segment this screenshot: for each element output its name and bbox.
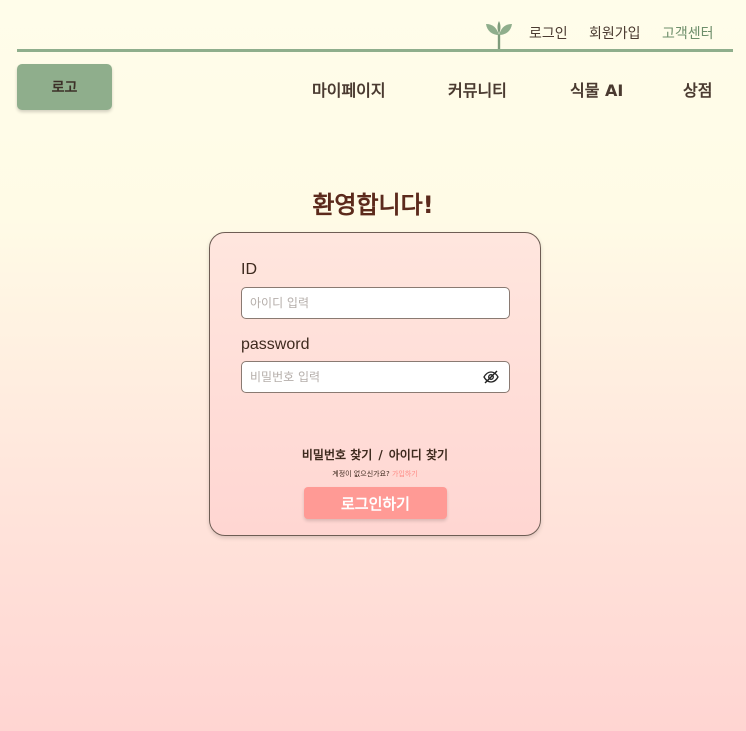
login-card: ID password 비밀번호 찾기 / 아이디 찾기 계정이 없으신가요? 가입…: [209, 232, 541, 536]
customer-center-link[interactable]: 고객센터: [662, 23, 714, 43]
password-label: password: [241, 336, 310, 353]
logo-button[interactable]: 로고: [17, 64, 112, 110]
no-account-text: 계정이 없으신가요?: [332, 470, 390, 478]
sprout-icon: [486, 21, 512, 49]
id-input[interactable]: [242, 288, 509, 318]
page-title: 환영합니다!: [312, 191, 434, 219]
password-input[interactable]: [242, 362, 509, 392]
login-link[interactable]: 로그인: [529, 23, 568, 43]
separator: /: [378, 448, 383, 462]
logo-label: 로고: [51, 80, 78, 96]
id-field-box: [241, 287, 510, 319]
nav-item-community[interactable]: 커뮤니티: [448, 77, 507, 101]
login-submit-label: 로그인하기: [340, 494, 410, 513]
eye-off-icon[interactable]: [483, 370, 499, 384]
find-password-link[interactable]: 비밀번호 찾기: [302, 448, 372, 462]
nav-item-mypage[interactable]: 마이페이지: [312, 77, 386, 101]
nav-item-plant-ai[interactable]: 식물 AI: [570, 77, 623, 101]
signup-link[interactable]: 회원가입: [589, 23, 641, 43]
find-links: 비밀번호 찾기 / 아이디 찾기: [210, 446, 540, 463]
signup-inline-link[interactable]: 가입하기: [392, 470, 418, 478]
id-label: ID: [241, 261, 257, 278]
password-field-box: [241, 361, 510, 393]
find-id-link[interactable]: 아이디 찾기: [389, 448, 448, 462]
login-submit-button[interactable]: 로그인하기: [304, 487, 447, 519]
signup-prompt: 계정이 없으신가요? 가입하기: [210, 469, 540, 479]
nav-item-shop[interactable]: 상점: [683, 77, 712, 101]
